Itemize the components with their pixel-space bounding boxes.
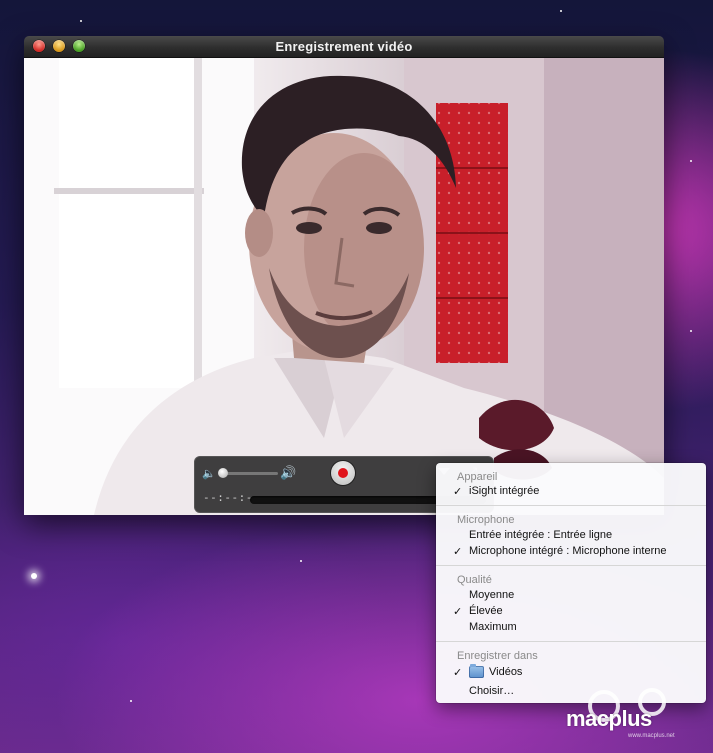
menu-header-microphone: Microphone <box>457 514 515 526</box>
menu-item-videos[interactable]: Vidéos <box>489 666 700 680</box>
menu-separator <box>436 641 706 642</box>
watermark-text: macplus <box>566 706 652 731</box>
star <box>300 560 302 562</box>
star <box>31 573 37 579</box>
star <box>130 700 132 702</box>
menu-separator <box>436 565 706 566</box>
checkmark-icon: ✓ <box>453 667 463 679</box>
checkmark-icon: ✓ <box>453 486 463 498</box>
record-button[interactable] <box>331 461 355 485</box>
window-title: Enregistrement vidéo <box>275 39 413 54</box>
star <box>80 20 82 22</box>
camera-preview: 🔈 🔊 ⤢ --:--:-- <box>24 58 664 515</box>
volume-slider[interactable] <box>220 472 278 475</box>
menu-item-line-input[interactable]: Entrée intégrée : Entrée ligne <box>469 529 700 543</box>
video-recording-window: Enregistrement vidéo 🔈 🔊 --:--:-- <box>24 36 664 515</box>
record-icon <box>338 468 348 478</box>
folder-icon <box>469 664 484 678</box>
menu-separator <box>436 505 706 506</box>
menu-header-qualite: Qualité <box>457 574 492 586</box>
star <box>690 160 692 162</box>
camera-image <box>24 58 664 515</box>
star <box>560 10 562 12</box>
checkmark-icon: ✓ <box>453 606 463 618</box>
menu-item-maximum[interactable]: Maximum <box>469 621 700 635</box>
menu-item-elevee[interactable]: Élevée <box>469 605 700 619</box>
watermark-subtext: www.macplus.net <box>628 733 675 739</box>
checkmark-icon: ✓ <box>453 546 463 558</box>
star <box>690 330 692 332</box>
volume-high-icon: 🔊 <box>280 465 297 480</box>
title-bar[interactable]: Enregistrement vidéo <box>24 36 664 58</box>
volume-slider-knob[interactable] <box>218 468 228 478</box>
menu-item-moyenne[interactable]: Moyenne <box>469 589 700 603</box>
volume-low-icon: 🔈 <box>202 468 216 480</box>
menu-item-internal-microphone[interactable]: Microphone intégré : Microphone interne <box>469 545 700 559</box>
menu-header-enregistrer-dans: Enregistrer dans <box>457 650 538 662</box>
menu-item-isight[interactable]: iSight intégrée <box>469 485 700 499</box>
options-menu: Appareil ✓ iSight intégrée Microphone En… <box>436 463 706 703</box>
menu-header-appareil: Appareil <box>457 471 498 483</box>
